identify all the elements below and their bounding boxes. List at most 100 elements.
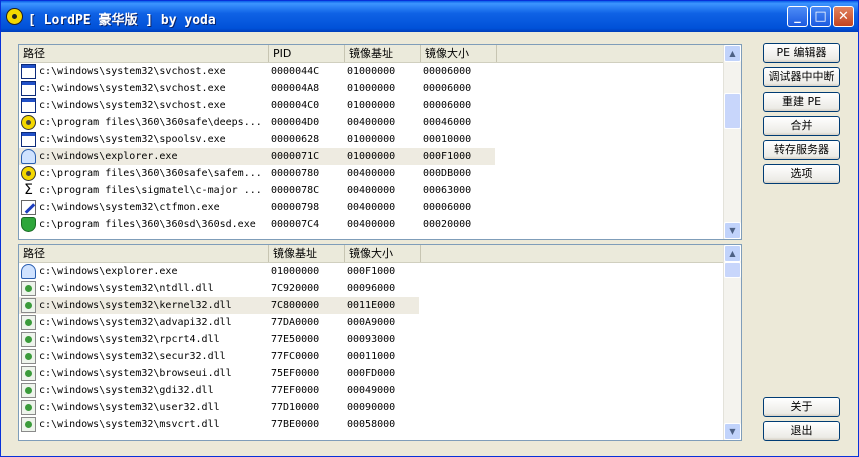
image-size-cell: 00006000 (423, 100, 472, 111)
scroll-thumb[interactable] (724, 93, 741, 129)
module-row[interactable]: c:\windows\system32\secur32.dll 77FC0000 0… (19, 348, 723, 365)
path-cell: c:\windows\system32\msvcrt.dll (39, 419, 220, 430)
image-size-cell: 00006000 (423, 66, 472, 77)
minimize-button[interactable]: _ (787, 6, 808, 27)
image-base-cell: 75EF0000 (271, 368, 320, 379)
image-size-cell: 000FD000 (347, 368, 396, 379)
image-size-cell: 00006000 (423, 202, 472, 213)
process-row[interactable]: c:\windows\system32\svchost.exe 000004C0 0… (19, 97, 723, 114)
image-base-cell: 01000000 (347, 151, 396, 162)
column-header-path[interactable]: 路径 (19, 245, 269, 262)
360-icon (21, 166, 36, 181)
path-cell: c:\windows\system32\gdi32.dll (39, 385, 214, 396)
column-header-image-base[interactable]: 镜像基址 (269, 245, 345, 262)
process-row[interactable]: c:\program files\360\360sd\360sd.exe 0000… (19, 216, 723, 233)
image-base-cell: 00400000 (347, 185, 396, 196)
process-row[interactable]: c:\program files\360\360safe\deeps... 000… (19, 114, 723, 131)
scroll-up-arrow-icon[interactable]: ▲ (724, 45, 741, 62)
module-list-scrollbar[interactable]: ▲ ▼ (723, 245, 741, 440)
column-header-pid[interactable]: PID (269, 45, 345, 62)
window-icon (21, 98, 36, 113)
image-size-cell: 00020000 (423, 219, 472, 230)
path-cell: c:\windows\system32\svchost.exe (39, 66, 226, 77)
image-base-cell: 77EF0000 (271, 385, 320, 396)
image-base-cell: 77E50000 (271, 334, 320, 345)
module-list-header: 路径 镜像基址 镜像大小 (19, 245, 723, 263)
pid-cell: 0000071C (271, 151, 320, 162)
module-row[interactable]: c:\windows\system32\ntdll.dll 7C920000 000… (19, 280, 723, 297)
360-icon (21, 115, 36, 130)
pid-cell: 00000780 (271, 168, 320, 179)
image-base-cell: 01000000 (347, 100, 396, 111)
process-row[interactable]: c:\program files\360\360safe\safem... 000… (19, 165, 723, 182)
image-size-cell: 00093000 (347, 334, 396, 345)
path-cell: c:\windows\system32\secur32.dll (39, 351, 226, 362)
column-header-image-size[interactable]: 镜像大小 (345, 245, 421, 262)
exit-button[interactable]: 退出 (763, 421, 840, 441)
rebuild-pe-button[interactable]: 重建 PE (763, 92, 840, 112)
module-row[interactable]: c:\windows\explorer.exe 01000000 000F1000 (19, 263, 723, 280)
process-row[interactable]: c:\windows\explorer.exe 0000071C 01000000 0… (19, 148, 723, 165)
options-button[interactable]: 选项 (763, 164, 840, 184)
merge-button[interactable]: 合并 (763, 116, 840, 136)
scroll-up-arrow-icon[interactable]: ▲ (724, 245, 741, 262)
module-row[interactable]: c:\windows\system32\rpcrt4.dll 77E50000 00… (19, 331, 723, 348)
pe-editor-button[interactable]: PE 编辑器 (763, 43, 840, 63)
window-title: [ LordPE 豪华版 ] by yoda (28, 13, 216, 28)
process-row[interactable]: c:\windows\system32\svchost.exe 0000044C 0… (19, 63, 723, 80)
scroll-thumb[interactable] (724, 262, 741, 278)
process-row[interactable]: Σc:\program files\sigmatel\c-major ... 00… (19, 182, 723, 199)
module-row[interactable]: c:\windows\system32\kernel32.dll 7C800000… (19, 297, 723, 314)
process-row[interactable]: c:\windows\system32\spoolsv.exe 00000628 0… (19, 131, 723, 148)
break-and-enter-button[interactable]: 调试器中中断 (763, 67, 840, 87)
lordpe-window: [ LordPE 豪华版 ] by yoda _ □ ✕ 路径 PID 镜像基址… (0, 0, 859, 457)
image-base-cell: 00400000 (347, 117, 396, 128)
dll-icon (21, 332, 36, 347)
column-header-path[interactable]: 路径 (19, 45, 269, 62)
image-size-cell: 00063000 (423, 185, 472, 196)
process-list-scrollbar[interactable]: ▲ ▼ (723, 45, 741, 239)
path-cell: c:\windows\system32\rpcrt4.dll (39, 334, 220, 345)
path-cell: c:\windows\system32\ntdll.dll (39, 283, 214, 294)
window-icon (21, 64, 36, 79)
module-row[interactable]: c:\windows\system32\user32.dll 77D10000 00… (19, 399, 723, 416)
module-row[interactable]: c:\windows\system32\browseui.dll 75EF0000… (19, 365, 723, 382)
image-base-cell: 00400000 (347, 219, 396, 230)
title-bar[interactable]: [ LordPE 豪华版 ] by yoda _ □ ✕ (1, 1, 858, 32)
pid-cell: 000007C4 (271, 219, 320, 230)
image-base-cell: 01000000 (347, 134, 396, 145)
process-row[interactable]: c:\windows\system32\svchost.exe 000004A8 0… (19, 80, 723, 97)
column-header-image-size[interactable]: 镜像大小 (421, 45, 497, 62)
image-base-cell: 00400000 (347, 168, 396, 179)
dll-icon (21, 417, 36, 432)
module-row[interactable]: c:\windows\system32\gdi32.dll 77EF0000 000… (19, 382, 723, 399)
maximize-button[interactable]: □ (810, 6, 831, 27)
about-button[interactable]: 关于 (763, 397, 840, 417)
monitor-icon (21, 149, 36, 164)
scroll-down-arrow-icon[interactable]: ▼ (724, 222, 741, 239)
path-cell: c:\program files\360\360sd\360sd.exe (39, 219, 256, 230)
image-size-cell: 000F1000 (347, 266, 396, 277)
dll-icon (21, 281, 36, 296)
column-header-image-base[interactable]: 镜像基址 (345, 45, 421, 62)
process-list-header: 路径 PID 镜像基址 镜像大小 (19, 45, 723, 63)
path-cell: c:\windows\explorer.exe (39, 151, 178, 162)
dump-server-button[interactable]: 转存服务器 (763, 140, 840, 160)
path-cell: c:\windows\system32\svchost.exe (39, 100, 226, 111)
image-base-cell: 7C920000 (271, 283, 320, 294)
module-row[interactable]: c:\windows\system32\msvcrt.dll 77BE0000 00… (19, 416, 723, 433)
path-cell: c:\windows\system32\svchost.exe (39, 83, 226, 94)
image-base-cell: 77DA0000 (271, 317, 320, 328)
scroll-down-arrow-icon[interactable]: ▼ (724, 423, 741, 440)
window-icon (21, 132, 36, 147)
close-button[interactable]: ✕ (833, 6, 854, 27)
image-base-cell: 7C800000 (271, 300, 320, 311)
main-content: 路径 PID 镜像基址 镜像大小 c:\windows\system32\svc… (4, 32, 855, 455)
pid-cell: 0000044C (271, 66, 320, 77)
pid-cell: 000004C0 (271, 100, 320, 111)
process-row[interactable]: c:\windows\system32\ctfmon.exe 00000798 00… (19, 199, 723, 216)
process-list[interactable]: 路径 PID 镜像基址 镜像大小 c:\windows\system32\svc… (18, 44, 742, 240)
module-list[interactable]: 路径 镜像基址 镜像大小 c:\windows\explorer.exe 0100… (18, 244, 742, 441)
image-base-cell: 01000000 (347, 66, 396, 77)
module-row[interactable]: c:\windows\system32\advapi32.dll 77DA0000… (19, 314, 723, 331)
